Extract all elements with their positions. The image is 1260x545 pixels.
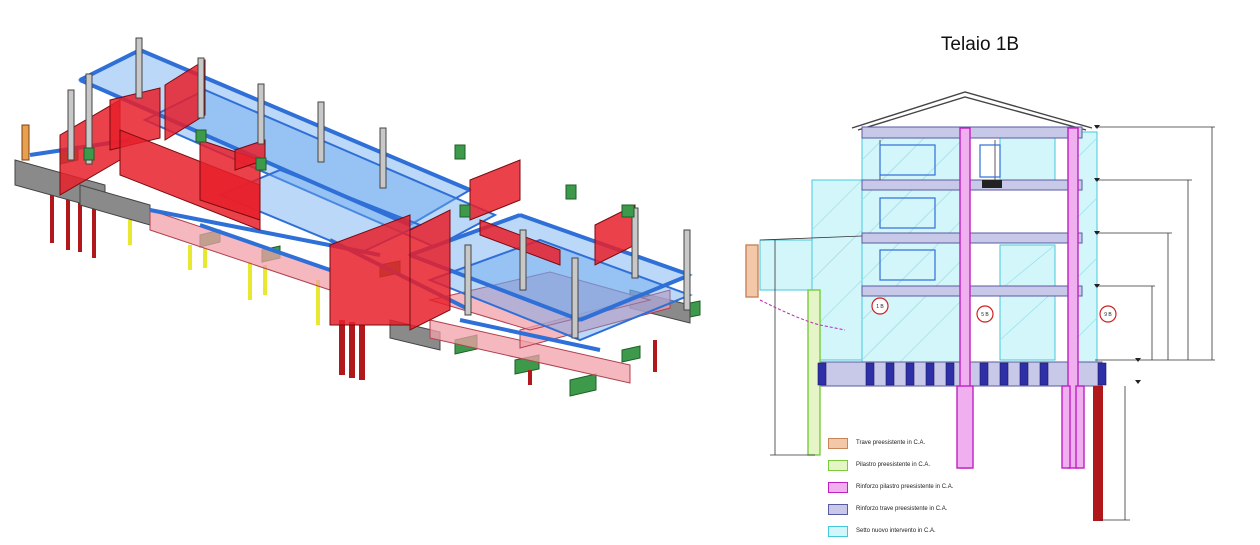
frame-tag-9b: 9 B [1104,312,1112,318]
legend-label: Setto nuovo intervento in C.A. [856,528,936,534]
legend-label: Rinforzo trave preesistente in C.A. [856,506,948,512]
drawing-title: Telaio 1B [940,34,1020,55]
legend: Trave preesistente in C.A. Pilastro prees… [828,432,1128,542]
legend-item: Trave preesistente in C.A. [828,432,1128,454]
legend-item: Rinforzo pilastro preesistente in C.A. [828,476,1128,498]
structural-3d-model [14,37,701,397]
legend-item: Rinforzo trave preesistente in C.A. [828,498,1128,520]
legend-swatch [828,503,848,515]
legend-swatch [828,459,848,471]
legend-swatch [828,481,848,493]
legend-swatch [828,437,848,449]
legend-label: Trave preesistente in C.A. [856,440,926,446]
legend-label: Pilastro preesistente in C.A. [856,462,931,468]
frame-tag-1b: 1 B [876,304,884,310]
legend-item: Pilastro preesistente in C.A. [828,454,1128,476]
legend-label: Rinforzo pilastro preesistente in C.A. [856,484,954,490]
legend-swatch [828,525,848,537]
legend-item: Setto nuovo intervento in C.A. [828,520,1128,542]
frame-tag-5b: 5 B [981,312,989,318]
